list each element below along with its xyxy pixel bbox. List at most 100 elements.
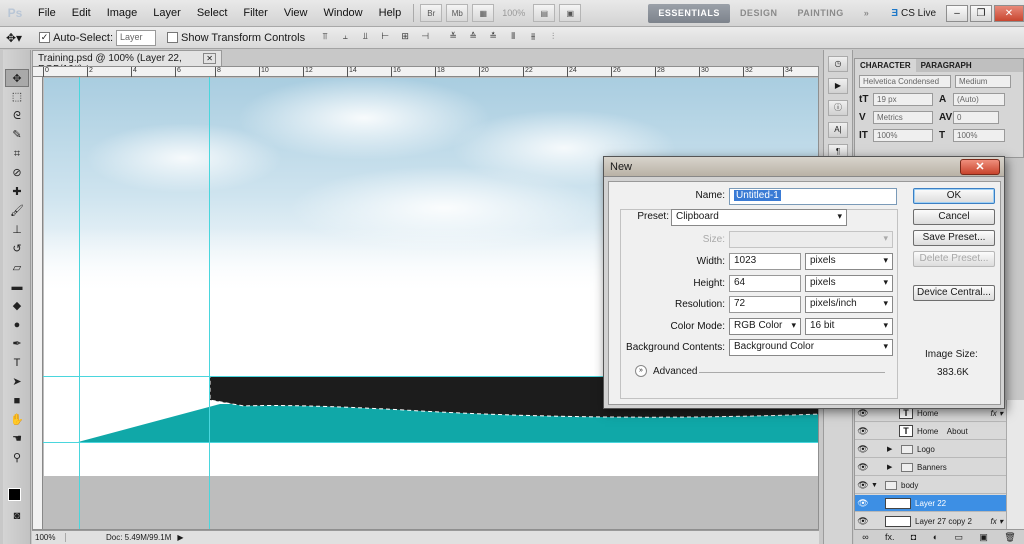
layer-row[interactable]: 👁 T Home About [855,423,1007,440]
menu-image[interactable]: Image [99,7,146,19]
healing-brush-tool-icon[interactable]: ✚ [5,183,29,201]
distribute-left-icon[interactable]: ⫴ [505,31,521,45]
type-tool-icon[interactable]: T [5,354,29,372]
distribute-vcenter-icon[interactable]: ≙ [465,31,481,45]
menu-help[interactable]: Help [371,7,410,19]
dodge-tool-icon[interactable]: ● [5,316,29,334]
vertical-guide[interactable] [209,77,210,529]
horizontal-guide[interactable] [43,442,818,443]
horizontal-scale-field[interactable]: 100% [953,128,1005,142]
clone-stamp-tool-icon[interactable]: ⊥ [5,221,29,239]
expand-group-icon[interactable]: ▶ [887,445,897,453]
document-tab[interactable]: Training.psd @ 100% (Layer 22, RGB/16#) … [32,50,222,75]
quick-mask-icon[interactable]: ◙ [5,507,29,525]
align-vcenter-icon[interactable]: ⫠ [337,31,353,45]
menu-view[interactable]: View [276,7,316,19]
distribute-right-icon[interactable]: ⫶ [545,31,561,45]
mini-bridge-button[interactable]: Mb [446,4,469,22]
preset-dropdown[interactable]: Clipboard [671,209,847,226]
visibility-eye-icon[interactable]: 👁 [855,462,871,473]
quick-select-tool-icon[interactable]: ✎ [5,126,29,144]
resolution-input[interactable]: 72 [729,296,801,313]
history-brush-tool-icon[interactable]: ↺ [5,240,29,258]
auto-select-dropdown[interactable]: Layer [116,29,156,46]
save-preset-button[interactable]: Save Preset... [913,230,995,246]
layer-row[interactable]: 👁 ▼ body [855,477,1007,494]
pen-tool-icon[interactable]: ✒ [5,335,29,353]
layers-scrollbar[interactable] [1006,400,1024,529]
history-panel-icon[interactable]: ◷ [828,56,848,72]
arrange-documents-button[interactable]: ▤ [533,4,556,22]
cs-live-button[interactable]: Ǝ CS Live [891,8,936,19]
hand-tool-icon[interactable]: ☚ [5,430,29,448]
dialog-close-button[interactable]: ✕ [960,159,1000,175]
show-transform-checkbox[interactable] [167,32,178,43]
expand-group-icon[interactable]: ▶ [887,463,897,471]
device-central-button[interactable]: Device Central... [913,285,995,301]
resolution-unit-dropdown[interactable]: pixels/inch [805,296,893,313]
3d-rotate-tool-icon[interactable]: ✋ [5,411,29,429]
ok-button[interactable]: OK [913,188,995,204]
tab-paragraph[interactable]: PARAGRAPH [916,59,977,72]
fx-icon[interactable]: fx ▾ [991,409,1003,418]
distribute-hcenter-icon[interactable]: ⫵ [525,31,541,45]
layer-row-selected[interactable]: 👁 Layer 22 [855,495,1007,512]
fx-icon[interactable]: fx ▾ [991,517,1003,526]
brush-tool-icon[interactable]: 🖌 [5,202,29,220]
visibility-eye-icon[interactable]: 👁 [855,480,871,491]
dialog-titlebar[interactable]: New [604,157,1004,177]
font-family-field[interactable]: Helvetica Condensed [859,74,951,88]
leading-field[interactable]: (Auto) [953,92,1005,106]
align-top-icon[interactable]: ⫪ [317,31,333,45]
advanced-toggle-icon[interactable]: » [635,365,647,377]
new-group-icon[interactable]: ▭ [955,532,964,543]
eyedropper-tool-icon[interactable]: ⊘ [5,164,29,182]
add-mask-icon[interactable]: ◘ [911,532,916,542]
align-hcenter-icon[interactable]: ⊞ [397,31,413,45]
status-zoom-field[interactable]: 100% [32,533,66,542]
eraser-tool-icon[interactable]: ▱ [5,259,29,277]
path-select-tool-icon[interactable]: ➤ [5,373,29,391]
add-style-icon[interactable]: fx. [885,532,895,542]
zoom-level[interactable]: 100% [502,8,525,18]
delete-preset-button[interactable]: Delete Preset... [913,251,995,267]
view-extras-button[interactable]: ▦ [472,4,495,22]
marquee-tool-icon[interactable]: ⬚ [5,88,29,106]
restore-button[interactable]: ❐ [970,4,992,22]
character-panel-icon[interactable]: A| [828,122,848,138]
move-tool-icon[interactable]: ✥▾ [6,31,22,45]
status-menu-arrow-icon[interactable]: ▶ [177,533,183,542]
bit-depth-dropdown[interactable]: 16 bit [805,318,893,335]
lasso-tool-icon[interactable]: ᘓ [5,107,29,125]
close-app-button[interactable]: ✕ [994,4,1024,22]
visibility-eye-icon[interactable]: 👁 [855,444,871,455]
link-layers-icon[interactable]: ∞ [862,532,868,542]
close-document-icon[interactable]: ✕ [203,53,216,64]
workspace-essentials[interactable]: ESSENTIALS [648,3,730,23]
visibility-eye-icon[interactable]: 👁 [855,426,871,437]
layer-row[interactable]: 👁 ▶ Logo [855,441,1007,458]
vertical-guide[interactable] [79,77,80,529]
distribute-top-icon[interactable]: ≚ [445,31,461,45]
shape-tool-icon[interactable]: ■ [5,392,29,410]
screen-mode-button[interactable]: ▣ [559,4,582,22]
info-panel-icon[interactable]: ⓘ [828,100,848,116]
visibility-eye-icon[interactable]: 👁 [855,516,871,527]
collapse-group-icon[interactable]: ▼ [871,482,881,489]
menu-filter[interactable]: Filter [235,7,275,19]
blur-tool-icon[interactable]: ◆ [5,297,29,315]
width-unit-dropdown[interactable]: pixels [805,253,893,270]
zoom-tool-icon[interactable]: ⚲ [5,449,29,467]
bridge-button[interactable]: Br [420,4,443,22]
minimize-button[interactable]: – [946,4,968,22]
horizontal-ruler[interactable]: 0 2 4 6 8 10 12 14 16 18 20 22 24 26 28 … [33,67,818,77]
tracking-field[interactable]: 0 [953,110,999,124]
tab-character[interactable]: CHARACTER [855,59,916,72]
visibility-eye-icon[interactable]: 👁 [855,408,871,419]
gradient-tool-icon[interactable]: ▬ [5,278,29,296]
foreground-color-swatch[interactable] [8,488,21,501]
actions-panel-icon[interactable]: ▶ [828,78,848,94]
delete-layer-icon[interactable]: 🗑 [1004,532,1015,543]
auto-select-checkbox[interactable]: ✓ [39,32,51,43]
menu-window[interactable]: Window [316,7,371,19]
